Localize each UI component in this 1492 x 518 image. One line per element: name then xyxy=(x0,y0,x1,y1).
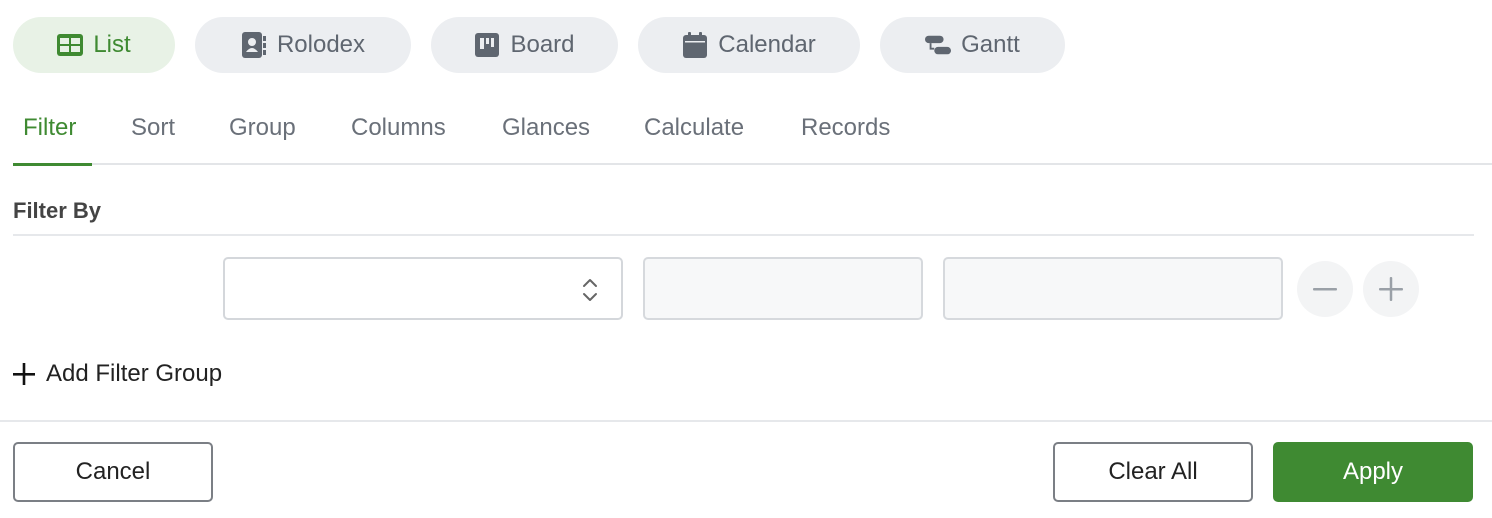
board-icon xyxy=(474,32,500,58)
view-pill-list[interactable]: List xyxy=(13,17,175,73)
filter-operator-field xyxy=(643,257,923,320)
view-pill-label: Gantt xyxy=(961,31,1020,58)
view-pill-label: Calendar xyxy=(718,31,816,58)
tab-calculate[interactable]: Calculate xyxy=(634,114,754,165)
add-filter-button[interactable] xyxy=(1363,261,1419,317)
add-filter-group-label: Add Filter Group xyxy=(46,360,223,387)
tab-group[interactable]: Group xyxy=(219,114,306,165)
cancel-button[interactable]: Cancel xyxy=(13,442,213,502)
tab-filter[interactable]: Filter xyxy=(13,114,92,166)
settings-tabs: Filter Sort Group Columns Glances Calcul… xyxy=(13,100,1492,166)
view-settings-panel: List Rolodex Board Calendar Gantt Filter… xyxy=(0,0,1492,518)
divider xyxy=(13,234,1474,236)
view-pill-label: Rolodex xyxy=(276,31,366,58)
filter-value-field xyxy=(943,257,1283,320)
gantt-icon xyxy=(925,32,952,58)
view-pill-calendar[interactable]: Calendar xyxy=(638,17,860,73)
view-pill-gantt[interactable]: Gantt xyxy=(880,17,1065,73)
view-pill-label: Board xyxy=(510,31,575,58)
plus-icon xyxy=(13,363,35,385)
view-pill-rolodex[interactable]: Rolodex xyxy=(195,17,411,73)
view-pill-board[interactable]: Board xyxy=(431,17,618,73)
filter-by-heading: Filter By xyxy=(13,198,102,223)
minus-icon xyxy=(1313,288,1337,291)
filter-field-select[interactable] xyxy=(223,257,623,320)
tab-columns[interactable]: Columns xyxy=(341,114,456,165)
tab-glances[interactable]: Glances xyxy=(492,114,600,165)
table-icon xyxy=(57,32,84,58)
tab-records[interactable]: Records xyxy=(791,114,900,165)
chevron-up-down-icon xyxy=(583,279,597,301)
plus-icon xyxy=(1379,277,1403,301)
contact-card-icon xyxy=(241,32,267,58)
clear-all-button[interactable]: Clear All xyxy=(1053,442,1253,502)
divider xyxy=(0,420,1492,422)
add-filter-group-button[interactable]: Add Filter Group xyxy=(13,360,222,388)
tab-sort[interactable]: Sort xyxy=(121,114,185,165)
view-pill-label: List xyxy=(93,31,131,58)
apply-button[interactable]: Apply xyxy=(1273,442,1473,502)
remove-filter-button[interactable] xyxy=(1297,261,1353,317)
calendar-icon xyxy=(682,32,708,58)
